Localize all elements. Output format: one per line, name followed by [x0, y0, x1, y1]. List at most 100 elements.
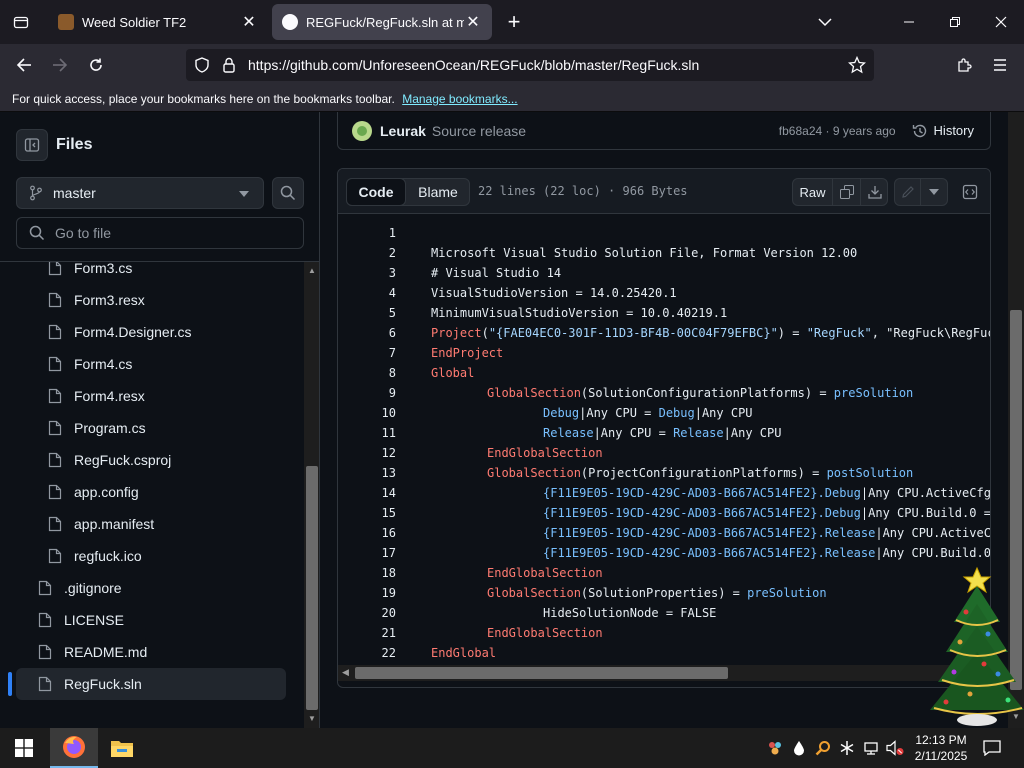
sidebar-scrollbar[interactable]: ▲ ▼: [304, 262, 319, 728]
shield-icon[interactable]: [194, 57, 210, 73]
commit-message[interactable]: Source release: [432, 123, 526, 139]
scrollbar-thumb[interactable]: [355, 667, 728, 679]
line-number[interactable]: 1: [338, 223, 396, 243]
extensions-button[interactable]: [949, 50, 979, 80]
file-tree-item[interactable]: Program.cs: [8, 412, 288, 444]
minimize-button[interactable]: [886, 0, 932, 44]
taskbar-firefox-button[interactable]: [50, 728, 98, 768]
edit-options-button[interactable]: [921, 179, 947, 205]
bookmarks-toolbar: For quick access, place your bookmarks h…: [0, 86, 1024, 112]
puzzle-icon: [958, 58, 972, 72]
file-tree-item[interactable]: RegFuck.sln: [8, 668, 286, 700]
commit-sha-age[interactable]: fb68a24 · 9 years ago: [779, 124, 896, 138]
file-tree-item[interactable]: LICENSE: [8, 604, 288, 636]
scroll-left-arrow-icon[interactable]: ◀: [342, 667, 349, 678]
avatar[interactable]: [352, 120, 372, 141]
collapse-sidebar-button[interactable]: [16, 129, 48, 161]
line-number[interactable]: 10: [338, 403, 396, 423]
code-horizontal-scrollbar[interactable]: ◀: [338, 665, 990, 681]
tray-volume-icon[interactable]: [884, 728, 906, 768]
lock-icon[interactable]: [222, 57, 236, 73]
search-files-button[interactable]: [272, 177, 304, 209]
line-number[interactable]: 4: [338, 283, 396, 303]
close-tab-icon[interactable]: ✕: [240, 12, 258, 32]
line-content: {F11E9E05-19CD-429C-AD03-B667AC514FE2}.R…: [543, 546, 990, 560]
line-number[interactable]: 21: [338, 623, 396, 643]
file-tree-item[interactable]: README.md: [8, 636, 288, 668]
star-icon[interactable]: [848, 56, 866, 74]
line-number[interactable]: 18: [338, 563, 396, 583]
manage-bookmarks-link[interactable]: Manage bookmarks...: [402, 92, 517, 106]
blame-tab[interactable]: Blame: [407, 179, 469, 205]
scroll-down-arrow-icon[interactable]: ▼: [308, 714, 316, 723]
line-number[interactable]: 16: [338, 523, 396, 543]
line-number[interactable]: 14: [338, 483, 396, 503]
line-number[interactable]: 5: [338, 303, 396, 323]
forward-button[interactable]: [45, 50, 75, 80]
close-tab-icon[interactable]: ✕: [464, 12, 482, 32]
tray-network-icon[interactable]: [860, 728, 882, 768]
go-to-file-input[interactable]: Go to file: [16, 217, 304, 249]
code-tab[interactable]: Code: [346, 178, 406, 206]
tab-regfuck[interactable]: REGFuck/RegFuck.sln at master ✕: [272, 4, 492, 40]
tab-list-button[interactable]: [0, 0, 42, 44]
line-number[interactable]: 6: [338, 323, 396, 343]
taskbar-file-explorer-button[interactable]: [98, 728, 146, 768]
tray-asterisk-icon[interactable]: [836, 728, 858, 768]
line-number[interactable]: 3: [338, 263, 396, 283]
line-number[interactable]: 11: [338, 423, 396, 443]
file-tree-item[interactable]: regfuck.ico: [8, 540, 288, 572]
raw-button[interactable]: Raw: [793, 179, 833, 205]
tray-people-icon[interactable]: [764, 728, 786, 768]
firefox-icon: [63, 736, 85, 758]
notifications-button[interactable]: [978, 728, 1006, 768]
line-number[interactable]: 22: [338, 643, 396, 663]
tray-droplet-icon[interactable]: [788, 728, 810, 768]
line-number[interactable]: 20: [338, 603, 396, 623]
list-all-tabs-button[interactable]: [802, 0, 848, 44]
scroll-up-arrow-icon[interactable]: ▲: [308, 266, 316, 275]
file-tree-item[interactable]: Form4.Designer.cs: [8, 316, 288, 348]
line-number[interactable]: 17: [338, 543, 396, 563]
copy-raw-button[interactable]: [833, 179, 861, 205]
clock[interactable]: 12:13 PM 2/11/2025: [908, 728, 974, 768]
line-number[interactable]: 8: [338, 363, 396, 383]
history-button[interactable]: History: [912, 123, 974, 139]
edit-file-button[interactable]: [895, 179, 921, 205]
line-number[interactable]: 19: [338, 583, 396, 603]
scrollbar-thumb[interactable]: [306, 466, 318, 710]
start-button[interactable]: [0, 728, 48, 768]
files-heading: Files: [56, 136, 93, 153]
commit-author[interactable]: Leurak: [380, 123, 426, 139]
reload-button[interactable]: [81, 50, 111, 80]
tray-search-icon[interactable]: [812, 728, 834, 768]
new-tab-button[interactable]: +: [496, 0, 532, 44]
address-bar[interactable]: https://github.com/UnforeseenOcean/REGFu…: [186, 49, 874, 81]
caret-down-icon: [929, 189, 939, 195]
close-window-button[interactable]: [978, 0, 1024, 44]
file-tree-item[interactable]: Form4.resx: [8, 380, 288, 412]
file-tree-item[interactable]: .gitignore: [8, 572, 288, 604]
file-tree-item[interactable]: RegFuck.csproj: [8, 444, 288, 476]
code-line: 6 Project("{FAE04EC0-301F-11D3-BF4B-00C04…: [338, 323, 990, 343]
file-tree-item[interactable]: app.manifest: [8, 508, 288, 540]
file-tree-item[interactable]: app.config: [8, 476, 288, 508]
back-button[interactable]: [9, 50, 39, 80]
line-number[interactable]: 7: [338, 343, 396, 363]
line-number[interactable]: 12: [338, 443, 396, 463]
file-tree-item[interactable]: Form4.cs: [8, 348, 288, 380]
restore-button[interactable]: [932, 0, 978, 44]
download-icon: [868, 186, 882, 199]
tab-weed-soldier[interactable]: Weed Soldier TF2 ✕: [48, 4, 268, 40]
menu-button[interactable]: [985, 50, 1015, 80]
line-number[interactable]: 13: [338, 463, 396, 483]
file-tree-item[interactable]: Form3.cs: [8, 262, 288, 284]
download-button[interactable]: [861, 179, 889, 205]
branch-selector[interactable]: master: [16, 177, 264, 209]
line-number[interactable]: 9: [338, 383, 396, 403]
file-tree-item[interactable]: Form3.resx: [8, 284, 288, 316]
line-number[interactable]: 15: [338, 503, 396, 523]
symbols-button[interactable]: [956, 178, 984, 206]
line-number[interactable]: 2: [338, 243, 396, 263]
file-name: Form4.resx: [74, 388, 145, 404]
